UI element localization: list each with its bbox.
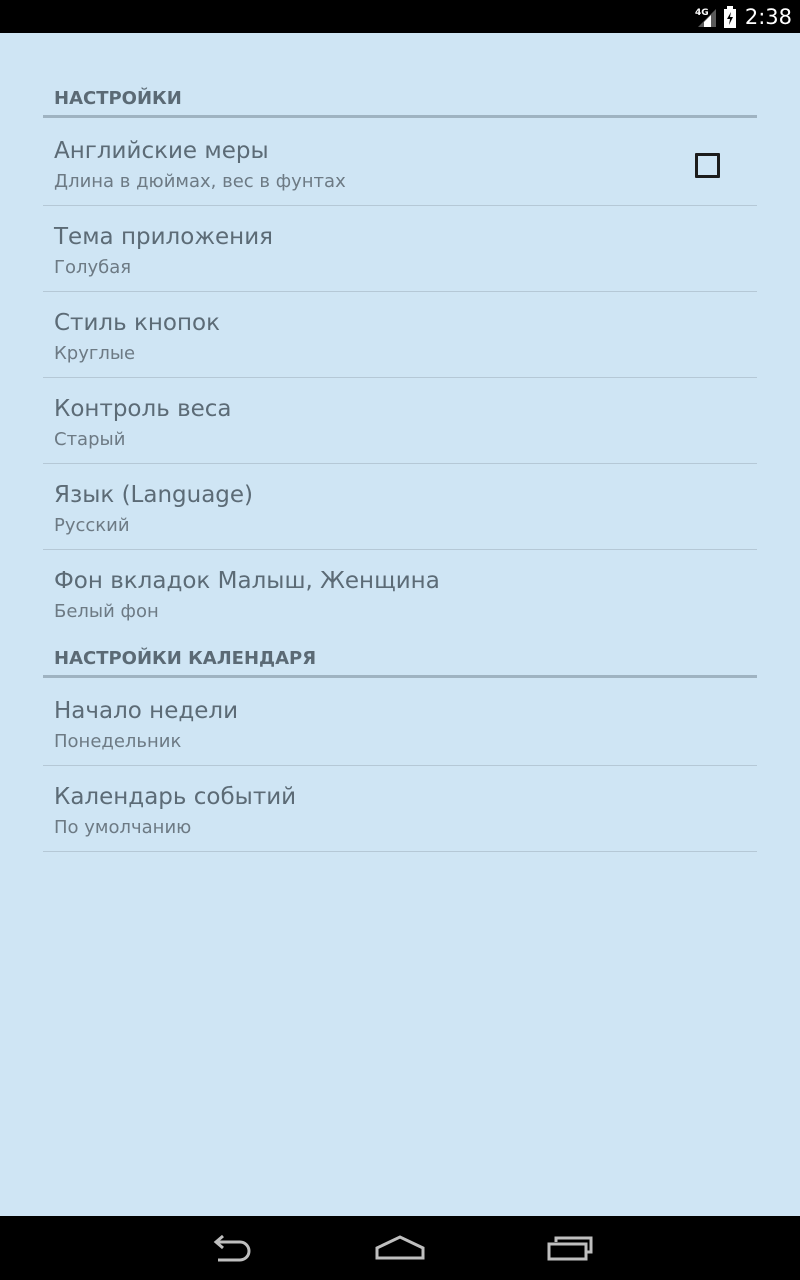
pref-english-units[interactable]: Английские меры Длина в дюймах, вес в фу… xyxy=(43,120,757,206)
pref-title: Тема приложения xyxy=(54,224,274,250)
recents-icon xyxy=(547,1236,593,1261)
section-title: НАСТРОЙКИ КАЛЕНДАРЯ xyxy=(54,648,317,669)
pref-title: Календарь событий xyxy=(54,784,297,810)
pref-summary: Голубая xyxy=(54,257,132,278)
pref-summary: По умолчанию xyxy=(54,817,192,838)
pref-summary: Длина в дюймах, вес в фунтах xyxy=(54,171,346,192)
pref-button-style[interactable]: Стиль кнопок Круглые xyxy=(43,292,757,378)
status-bar: 4G 2:38 xyxy=(0,0,800,33)
network-type-label: 4G xyxy=(695,8,709,18)
recents-button[interactable] xyxy=(520,1216,620,1280)
home-icon xyxy=(375,1235,425,1260)
pref-title: Стиль кнопок xyxy=(54,310,220,336)
status-icons: 4G 2:38 xyxy=(695,0,792,33)
pref-summary: Понедельник xyxy=(54,731,182,752)
pref-weight-control[interactable]: Контроль веса Старый xyxy=(43,378,757,464)
back-icon xyxy=(213,1234,251,1262)
pref-app-theme[interactable]: Тема приложения Голубая xyxy=(43,206,757,292)
section-header-settings: НАСТРОЙКИ xyxy=(43,85,757,118)
english-units-checkbox[interactable] xyxy=(695,153,720,178)
pref-title: Контроль веса xyxy=(54,396,232,422)
pref-tab-background[interactable]: Фон вкладок Малыш, Женщина Белый фон xyxy=(43,550,757,635)
signal-4g-icon: 4G xyxy=(695,8,716,27)
pref-week-start[interactable]: Начало недели Понедельник xyxy=(43,680,757,766)
pref-title: Английские меры xyxy=(54,138,269,164)
navigation-bar xyxy=(0,1216,800,1280)
pref-summary: Круглые xyxy=(54,343,136,364)
pref-title: Начало недели xyxy=(54,698,239,724)
settings-content: НАСТРОЙКИ Английские меры Длина в дюймах… xyxy=(0,33,800,1216)
status-clock: 2:38 xyxy=(744,4,792,29)
pref-language[interactable]: Язык (Language) Русский xyxy=(43,464,757,550)
pref-events-calendar[interactable]: Календарь событий По умолчанию xyxy=(43,766,757,852)
home-button[interactable] xyxy=(350,1216,450,1280)
pref-title: Фон вкладок Малыш, Женщина xyxy=(54,568,440,594)
pref-summary: Старый xyxy=(54,429,126,450)
pref-summary: Белый фон xyxy=(54,601,159,622)
battery-icon xyxy=(723,5,736,28)
back-button[interactable] xyxy=(180,1216,280,1280)
section-title: НАСТРОЙКИ xyxy=(54,88,182,109)
section-header-calendar: НАСТРОЙКИ КАЛЕНДАРЯ xyxy=(43,645,757,678)
pref-title: Язык (Language) xyxy=(54,482,254,508)
pref-summary: Русский xyxy=(54,515,130,536)
